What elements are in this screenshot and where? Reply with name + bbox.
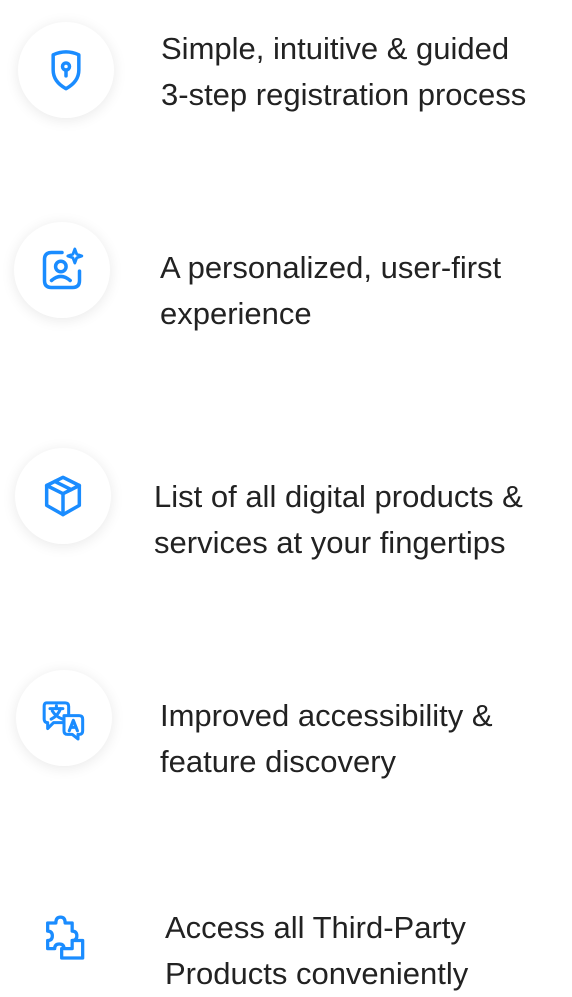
feature-description: List of all digital products & services … bbox=[154, 474, 523, 566]
feature-line-2: feature discovery bbox=[160, 744, 397, 779]
feature-line-1: A personalized, user-first bbox=[160, 250, 502, 285]
icon-badge bbox=[14, 222, 110, 318]
feature-line-2: 3-step registration process bbox=[161, 77, 527, 112]
icon-badge bbox=[16, 670, 112, 766]
translate-icon bbox=[42, 701, 85, 741]
feature-line-1: Simple, intuitive & guided bbox=[161, 31, 510, 66]
icon-badge bbox=[18, 22, 114, 118]
feature-line-2: experience bbox=[160, 296, 312, 331]
icon-badge bbox=[16, 889, 112, 985]
feature-line-1: Access all Third-Party bbox=[165, 910, 466, 945]
package-box-icon bbox=[44, 475, 82, 517]
feature-description: Improved accessibility & feature discove… bbox=[160, 693, 493, 785]
feature-line-1: Improved accessibility & bbox=[160, 698, 493, 733]
feature-description: Simple, intuitive & guided 3-step regist… bbox=[161, 26, 526, 118]
feature-description: A personalized, user-first experience bbox=[160, 245, 501, 337]
shield-keyhole-icon bbox=[51, 50, 81, 91]
feature-line-2: Products conveniently bbox=[165, 956, 469, 991]
feature-line-2: services at your fingertips bbox=[154, 525, 506, 560]
icon-badge bbox=[15, 448, 111, 544]
user-sparkle-icon bbox=[42, 247, 84, 290]
feature-line-1: List of all digital products & bbox=[154, 479, 523, 514]
feature-description: Access all Third-Party Products convenie… bbox=[165, 905, 468, 997]
puzzle-piece-icon bbox=[46, 915, 85, 960]
